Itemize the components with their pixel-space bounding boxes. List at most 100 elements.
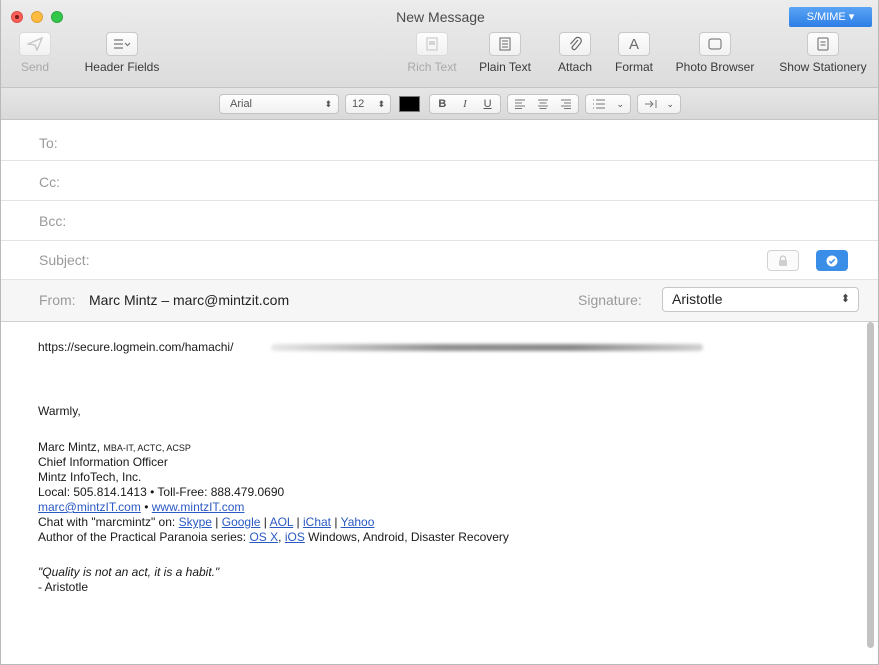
title-toolbar: New Message S/MIME ▾ Send Header Fields … [1,0,878,88]
text-color-well[interactable] [399,96,420,112]
signature-select[interactable]: Aristotle ⬍ [662,287,859,312]
signature-name-line: Marc Mintz, MBA-IT, ACTC, ACSP [38,440,191,454]
chevron-updown-icon: ⬍ [377,98,385,109]
alignment-group [507,94,579,114]
to-label: To: [39,135,58,151]
signature-value: Aristotle [672,291,723,307]
subject-row[interactable]: Subject: [1,241,878,280]
format-bar: Arial ⬍ 12 ⬍ B I U ⌄ ⌄ [1,88,878,120]
separator: | [263,515,267,529]
signature-quote-author: - Aristotle [38,580,89,594]
bcc-row[interactable]: Bcc: [1,201,878,241]
signature-label: Signature: [578,292,642,308]
chevron-updown-icon: ⬍ [840,293,850,305]
photo-browser-label: Photo Browser [675,60,755,74]
font-family-select[interactable]: Arial ⬍ [219,94,339,114]
attach-label: Attach [557,60,593,74]
font-size-select[interactable]: 12 ⬍ [345,94,391,114]
from-account-select[interactable]: Marc Mintz – marc@mintzit.com [89,292,289,308]
attach-button[interactable]: Attach [553,32,597,74]
align-right-icon[interactable] [560,99,572,109]
signature-title: Chief Information Officer [38,455,168,469]
stationery-icon [807,32,839,56]
format-icon: A [618,32,650,56]
plain-text-button[interactable]: Plain Text [473,32,537,74]
author-suffix: Windows, Android, Disaster Recovery [308,530,509,544]
rich-text-icon [416,32,448,56]
signature-name: Marc Mintz, [38,440,101,454]
chevron-down-icon: ⌄ [616,98,624,109]
subject-label: Subject: [39,252,90,268]
bcc-label: Bcc: [39,213,67,229]
signature-contact-line: marc@mintzIT.com • www.mintzIT.com [38,500,244,514]
bold-icon[interactable]: B [438,98,446,110]
lock-icon [779,254,787,266]
separator: | [215,515,219,529]
align-left-icon[interactable] [514,99,526,109]
photo-browser-icon [699,32,731,56]
hamachi-url: https://secure.logmein.com/hamachi/ [38,340,234,354]
ichat-link[interactable]: iChat [303,515,331,529]
list-style-select[interactable]: ⌄ [585,94,631,114]
cc-label: Cc: [39,174,60,190]
author-prefix: Author of the Practical Paranoia series: [38,530,247,544]
format-label: Format [614,60,653,74]
format-button[interactable]: A Format [609,32,659,74]
paperclip-icon [559,32,591,56]
skype-link[interactable]: Skype [179,515,212,529]
rich-text-button[interactable]: Rich Text [401,32,463,74]
signature-phone: Local: 505.814.1413 • Toll-Free: 888.479… [38,485,285,499]
header-fields-button[interactable]: Header Fields [79,32,165,74]
photo-browser-button[interactable]: Photo Browser [667,32,763,74]
align-center-icon[interactable] [537,99,549,109]
window-title: New Message [396,9,485,25]
body-scrollbar[interactable] [867,322,874,648]
header-fields-label: Header Fields [84,60,160,74]
signature-quote: "Quality is not an act, it is a habit." [38,565,220,579]
encrypt-button[interactable] [767,250,799,271]
signature-credentials: MBA-IT, ACTC, ACSP [103,443,191,453]
font-size-value: 12 [352,98,365,110]
chevron-updown-icon: ⬍ [324,98,332,109]
signature-chat-line: Chat with "marcmintz" on: Skype | Google… [38,515,374,529]
cc-row[interactable]: Cc: [1,161,878,201]
smime-menu-button[interactable]: S/MIME ▾ [789,7,872,27]
ios-book-link[interactable]: iOS [285,530,305,544]
bullet-separator: • [144,500,149,514]
aol-link[interactable]: AOL [270,515,294,529]
from-label: From: [39,292,76,308]
osx-book-link[interactable]: OS X [249,530,278,544]
sign-button[interactable] [816,250,848,271]
bulleted-list-icon [593,99,605,109]
indent-icon [645,100,657,108]
yahoo-link[interactable]: Yahoo [341,515,375,529]
message-body[interactable]: https://secure.logmein.com/hamachi/ Warm… [1,322,878,664]
plain-text-label: Plain Text [479,60,531,74]
underline-icon[interactable]: U [484,98,492,110]
chat-prefix: Chat with "marcmintz" on: [38,515,176,529]
font-family-value: Arial [230,98,253,110]
google-link[interactable]: Google [222,515,261,529]
separator: | [334,515,338,529]
italic-icon[interactable]: I [463,98,467,110]
text-style-group: B I U [429,94,501,114]
greeting: Warmly, [38,404,81,418]
signature-author-line: Author of the Practical Paranoia series:… [38,530,509,544]
indent-select[interactable]: ⌄ [637,94,681,114]
chevron-down-icon: ⌄ [666,98,674,109]
plain-text-icon [489,32,521,56]
show-stationery-button[interactable]: Show Stationery [771,32,875,74]
compose-window: New Message S/MIME ▾ Send Header Fields … [0,0,879,665]
rich-text-label: Rich Text [407,60,457,74]
redacted-text [271,344,703,351]
signature-company: Mintz InfoTech, Inc. [38,470,142,484]
separator: | [296,515,300,529]
email-link[interactable]: marc@mintzIT.com [38,500,141,514]
website-link[interactable]: www.mintzIT.com [152,500,245,514]
show-stationery-label: Show Stationery [779,60,867,74]
to-row[interactable]: To: [1,120,878,161]
send-button[interactable]: Send [19,32,51,74]
send-icon [19,32,51,56]
checkmark-badge-icon [826,255,838,266]
send-label: Send [20,60,50,74]
